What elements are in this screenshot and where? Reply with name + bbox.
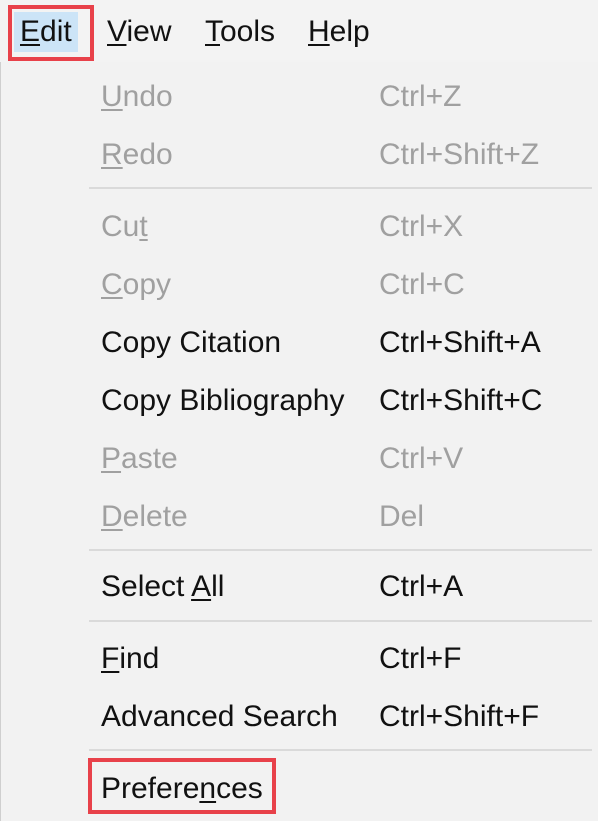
menu-item-undo[interactable]: Undo Ctrl+Z (1, 68, 597, 126)
menu-tools-mnemonic: T (205, 15, 220, 48)
menu-item-delete-shortcut: Del (379, 500, 425, 533)
menu-edit-mnemonic: E (20, 15, 41, 48)
menu-item-copy-label: Copy (101, 268, 172, 301)
menu-item-preferences-label: Preferences (101, 772, 263, 805)
menu-edit[interactable]: Edit (14, 12, 78, 52)
menu-item-redo-shortcut: Ctrl+Shift+Z (379, 138, 540, 171)
menu-item-select-all-shortcut: Ctrl+A (379, 570, 464, 603)
menu-item-copy-bibliography[interactable]: Copy Bibliography Ctrl+Shift+C (1, 372, 597, 430)
menu-view-label-post: iew (126, 15, 172, 48)
menu-item-find-label: Find (101, 642, 160, 675)
menu-item-delete[interactable]: Delete Del (1, 488, 597, 546)
menu-item-cut-label: Cut (101, 210, 148, 243)
menu-item-advanced-search[interactable]: Advanced Search Ctrl+Shift+F (1, 688, 597, 746)
menu-help-label-post: elp (329, 15, 370, 48)
menu-item-copy-citation-shortcut: Ctrl+Shift+A (379, 326, 541, 359)
menu-help-mnemonic: H (308, 15, 330, 48)
menu-tools-label-post: ools (220, 15, 276, 48)
menu-item-select-all[interactable]: Select All Ctrl+A (1, 558, 597, 616)
menu-item-advanced-search-shortcut: Ctrl+Shift+F (379, 700, 540, 733)
menu-item-paste[interactable]: Paste Ctrl+V (1, 430, 597, 488)
menu-item-advanced-search-label: Advanced Search (101, 700, 338, 733)
menu-item-copy-shortcut: Ctrl+C (379, 268, 465, 301)
menu-item-paste-label: Paste (101, 442, 178, 475)
menu-item-paste-shortcut: Ctrl+V (379, 442, 464, 475)
menu-item-copy-bibliography-shortcut: Ctrl+Shift+C (379, 384, 543, 417)
menu-item-cut-shortcut: Ctrl+X (379, 210, 464, 243)
menu-item-cut[interactable]: Cut Ctrl+X (1, 198, 597, 256)
menu-help[interactable]: Help (302, 12, 376, 52)
menu-view[interactable]: View (101, 12, 177, 52)
menu-item-delete-label: Delete (101, 500, 188, 533)
menu-item-undo-label: Undo (101, 80, 173, 113)
edit-dropdown-menu: Undo Ctrl+Z Redo Ctrl+Shift+Z Cut Ctrl+X… (0, 62, 598, 821)
menu-item-preferences[interactable]: Preferences (1, 760, 597, 818)
menu-item-copy-bibliography-label: Copy Bibliography (101, 384, 345, 417)
menu-separator (89, 187, 592, 189)
menu-item-select-all-label: Select All (101, 570, 225, 603)
menu-item-find[interactable]: Find Ctrl+F (1, 630, 597, 688)
menu-edit-label-post: dit (40, 15, 72, 48)
menu-tools[interactable]: Tools (199, 12, 281, 52)
menu-item-copy[interactable]: Copy Ctrl+C (1, 256, 597, 314)
menu-separator (89, 620, 592, 622)
menu-item-undo-shortcut: Ctrl+Z (379, 80, 462, 113)
menu-item-find-shortcut: Ctrl+F (379, 642, 462, 675)
menu-view-mnemonic: V (107, 15, 127, 48)
menu-item-redo[interactable]: Redo Ctrl+Shift+Z (1, 126, 597, 184)
menu-separator (89, 749, 592, 751)
menu-bar: Edit View Tools Help (0, 0, 598, 63)
menu-item-copy-citation-label: Copy Citation (101, 326, 282, 359)
menu-item-redo-label: Redo (101, 138, 173, 171)
menu-separator (89, 549, 592, 551)
menu-item-copy-citation[interactable]: Copy Citation Ctrl+Shift+A (1, 314, 597, 372)
